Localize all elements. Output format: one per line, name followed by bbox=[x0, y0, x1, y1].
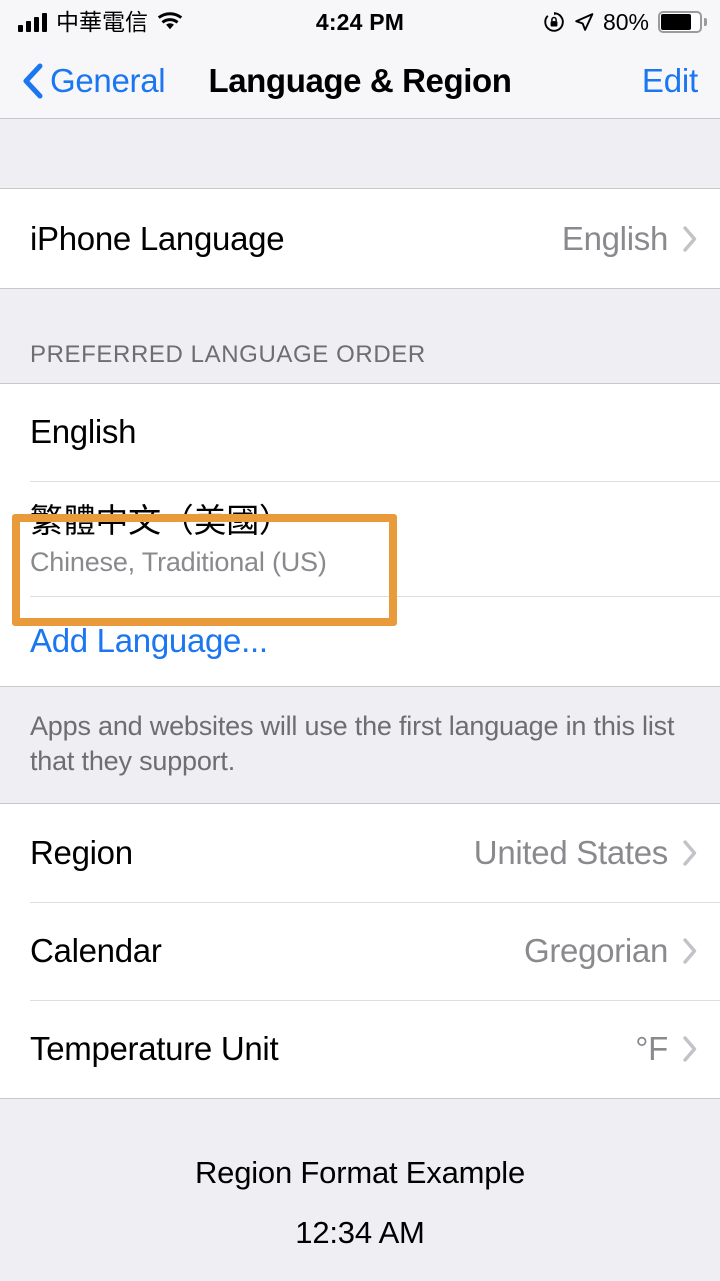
chevron-right-icon bbox=[682, 937, 698, 965]
status-bar-left: 中華電信 bbox=[18, 8, 183, 35]
top-spacer bbox=[0, 119, 720, 188]
row-region[interactable]: Region United States bbox=[0, 804, 720, 903]
preferred-language-footer: Apps and websites will use the first lan… bbox=[0, 687, 720, 804]
row-value-group: English bbox=[562, 220, 698, 258]
iphone-settings-screen: 中華電信 4:24 PM 80% General Language & Regi… bbox=[0, 0, 720, 1281]
location-arrow-icon bbox=[574, 12, 594, 32]
row-value-group: Gregorian bbox=[524, 932, 698, 970]
footer-text: Apps and websites will use the first lan… bbox=[30, 711, 675, 777]
row-temperature-unit[interactable]: Temperature Unit °F bbox=[0, 1000, 720, 1099]
iphone-language-group: iPhone Language English bbox=[0, 188, 720, 289]
row-value-group: United States bbox=[474, 834, 698, 872]
row-label: iPhone Language bbox=[30, 219, 285, 257]
list-item-language-chinese[interactable]: 繁體中文（美國） Chinese, Traditional (US) bbox=[0, 480, 720, 597]
row-label: Temperature Unit bbox=[30, 1030, 279, 1068]
region-settings-group: Region United States Calendar Gregorian bbox=[0, 803, 720, 1100]
add-language-label: Add Language... bbox=[30, 622, 268, 660]
status-bar-right: 80% bbox=[543, 8, 707, 36]
navigation-bar: General Language & Region Edit bbox=[0, 44, 720, 119]
chevron-left-icon bbox=[22, 63, 44, 99]
section-header-label: PREFERRED LANGUAGE ORDER bbox=[30, 341, 426, 368]
carrier-label: 中華電信 bbox=[56, 8, 148, 35]
chevron-right-icon bbox=[682, 1035, 698, 1063]
wifi-icon bbox=[157, 12, 183, 32]
language-name: English bbox=[30, 413, 137, 450]
language-name: 繁體中文（美國） bbox=[30, 500, 292, 540]
row-value: Gregorian bbox=[523, 932, 668, 970]
region-format-example-time: 12:34 AM bbox=[295, 1215, 425, 1251]
language-subtitle: Chinese, Traditional (US) bbox=[30, 547, 327, 578]
preferred-language-group: English 繁體中文（美國） Chinese, Traditional (U… bbox=[0, 383, 720, 688]
chevron-right-icon bbox=[682, 839, 698, 867]
row-label: Region bbox=[30, 834, 133, 872]
row-value: English bbox=[561, 219, 668, 257]
status-bar: 中華電信 4:24 PM 80% bbox=[0, 0, 720, 44]
list-item-language-english[interactable]: English bbox=[0, 384, 720, 481]
battery-percent-label: 80% bbox=[602, 8, 649, 35]
signal-bars-icon bbox=[18, 12, 47, 32]
chevron-right-icon bbox=[682, 225, 698, 253]
rotation-lock-icon bbox=[543, 11, 565, 33]
add-language-button[interactable]: Add Language... bbox=[0, 596, 720, 687]
row-value-group: °F bbox=[635, 1030, 698, 1068]
back-button-label: General bbox=[50, 62, 166, 99]
row-value: °F bbox=[635, 1030, 668, 1068]
section-spacer bbox=[0, 289, 720, 341]
row-iphone-language[interactable]: iPhone Language English bbox=[0, 189, 720, 288]
preferred-language-order-header: PREFERRED LANGUAGE ORDER bbox=[0, 341, 720, 383]
battery-icon bbox=[658, 11, 707, 33]
region-format-example-title: Region Format Example bbox=[194, 1155, 526, 1191]
edit-button[interactable]: Edit bbox=[642, 62, 698, 100]
row-value: United States bbox=[473, 834, 669, 872]
region-format-example: Region Format Example 12:34 AM bbox=[0, 1099, 720, 1252]
row-label: Calendar bbox=[30, 932, 162, 970]
back-button[interactable]: General bbox=[22, 62, 166, 100]
row-calendar[interactable]: Calendar Gregorian bbox=[0, 902, 720, 1001]
